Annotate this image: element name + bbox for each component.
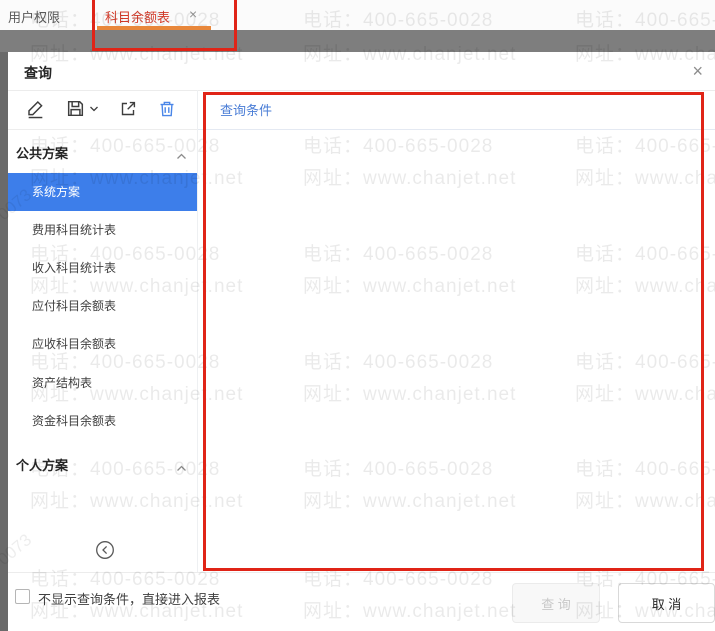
sidebar-item-fund-balance[interactable]: 资金科目余额表 [8, 402, 197, 440]
screen: 用户权限 科目余额表 × 查询 × 公共方案 系统方案 费用科目统计表 收入科目… [0, 0, 715, 631]
scheme-toolbar [25, 98, 177, 119]
sidebar-item-expense-stats[interactable]: 费用科目统计表 [8, 211, 197, 249]
skip-conditions-checkbox[interactable] [15, 589, 30, 604]
tab-bar: 用户权限 科目余额表 × [0, 0, 715, 30]
sidebar-item-receivable-balance[interactable]: 应收科目余额表 [8, 325, 197, 363]
sidebar-main-divider [197, 90, 198, 572]
toolbar-divider [8, 129, 197, 130]
section-personal-label: 个人方案 [16, 458, 69, 473]
query-dialog: 查询 × 公共方案 系统方案 费用科目统计表 收入科目统计表 应付科目余额表 应… [8, 52, 715, 631]
collapse-sidebar-button[interactable] [94, 539, 116, 561]
dialog-title: 查询 [24, 65, 52, 81]
skip-conditions-label: 不显示查询条件，直接进入报表 [38, 592, 221, 607]
sidebar-item-income-stats[interactable]: 收入科目统计表 [8, 249, 197, 287]
chevron-up-icon [176, 147, 187, 165]
section-personal-schemes[interactable]: 个人方案 [8, 455, 197, 479]
query-conditions-header[interactable]: 查询条件 [220, 100, 272, 119]
tab-user-permissions[interactable]: 用户权限 [8, 7, 60, 26]
tab-close-icon[interactable]: × [189, 6, 197, 22]
save-icon[interactable] [65, 98, 99, 119]
chevron-down-icon [90, 106, 98, 111]
modal-backdrop-bar [0, 30, 715, 52]
tab-account-balance[interactable]: 科目余额表 [105, 7, 170, 26]
query-conditions-divider [198, 129, 715, 130]
dialog-close-icon[interactable]: × [692, 62, 703, 80]
export-icon[interactable] [118, 99, 138, 119]
sidebar-item-payable-balance[interactable]: 应付科目余额表 [8, 287, 197, 325]
edit-icon[interactable] [25, 98, 46, 119]
header-divider [8, 90, 715, 91]
sidebar-item-asset-structure[interactable]: 资产结构表 [8, 364, 197, 402]
cancel-button[interactable]: 取 消 [618, 583, 715, 623]
chevron-up-icon [176, 459, 187, 477]
query-button[interactable]: 查 询 [512, 583, 600, 623]
footer-divider [8, 572, 715, 573]
section-public-schemes[interactable]: 公共方案 [8, 143, 197, 167]
section-public-label: 公共方案 [16, 146, 69, 161]
delete-icon[interactable] [157, 99, 177, 119]
modal-backdrop-strip [0, 52, 8, 631]
sidebar-item-system-scheme[interactable]: 系统方案 [8, 173, 197, 211]
